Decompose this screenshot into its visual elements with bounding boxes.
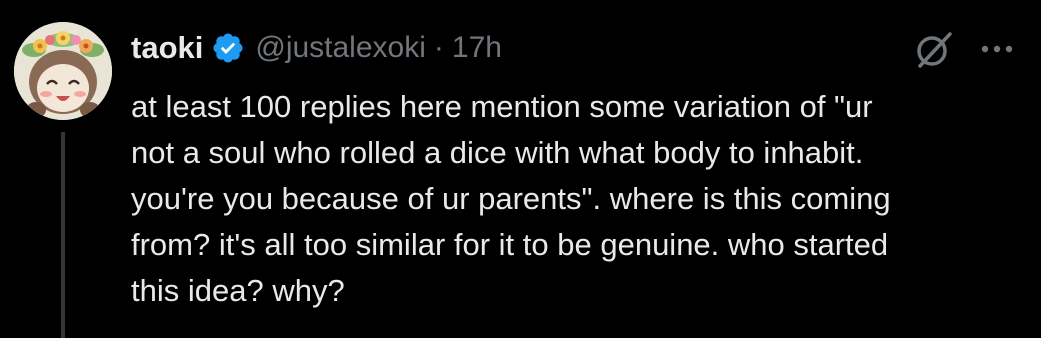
tweet-text-line: this idea? why?	[131, 273, 345, 308]
timestamp[interactable]: 17h	[452, 31, 502, 65]
user-handle[interactable]: @justalexoki	[255, 31, 426, 65]
tweet-header: taoki @justalexoki · 17h	[131, 22, 502, 74]
tweet-text: at least 100 replies here mention some v…	[131, 84, 1031, 314]
tweet-text-line: at least 100 replies here mention some v…	[131, 89, 873, 124]
tweet-text-line: you're you because of ur parents". where…	[131, 181, 891, 216]
more-options-icon[interactable]	[972, 34, 1022, 64]
avatar-image	[14, 22, 112, 120]
verified-badge-icon[interactable]	[211, 31, 245, 65]
thread-line	[61, 132, 65, 338]
tweet-text-line: not a soul who rolled a dice with what b…	[131, 135, 864, 170]
display-name[interactable]: taoki	[131, 30, 203, 66]
tweet-text-line: from? it's all too similar for it to be …	[131, 227, 889, 262]
tweet[interactable]: taoki @justalexoki · 17h at least 100 re…	[0, 0, 1041, 338]
separator-dot: ·	[433, 31, 444, 64]
avatar[interactable]	[14, 22, 112, 120]
grok-icon[interactable]	[912, 28, 956, 72]
